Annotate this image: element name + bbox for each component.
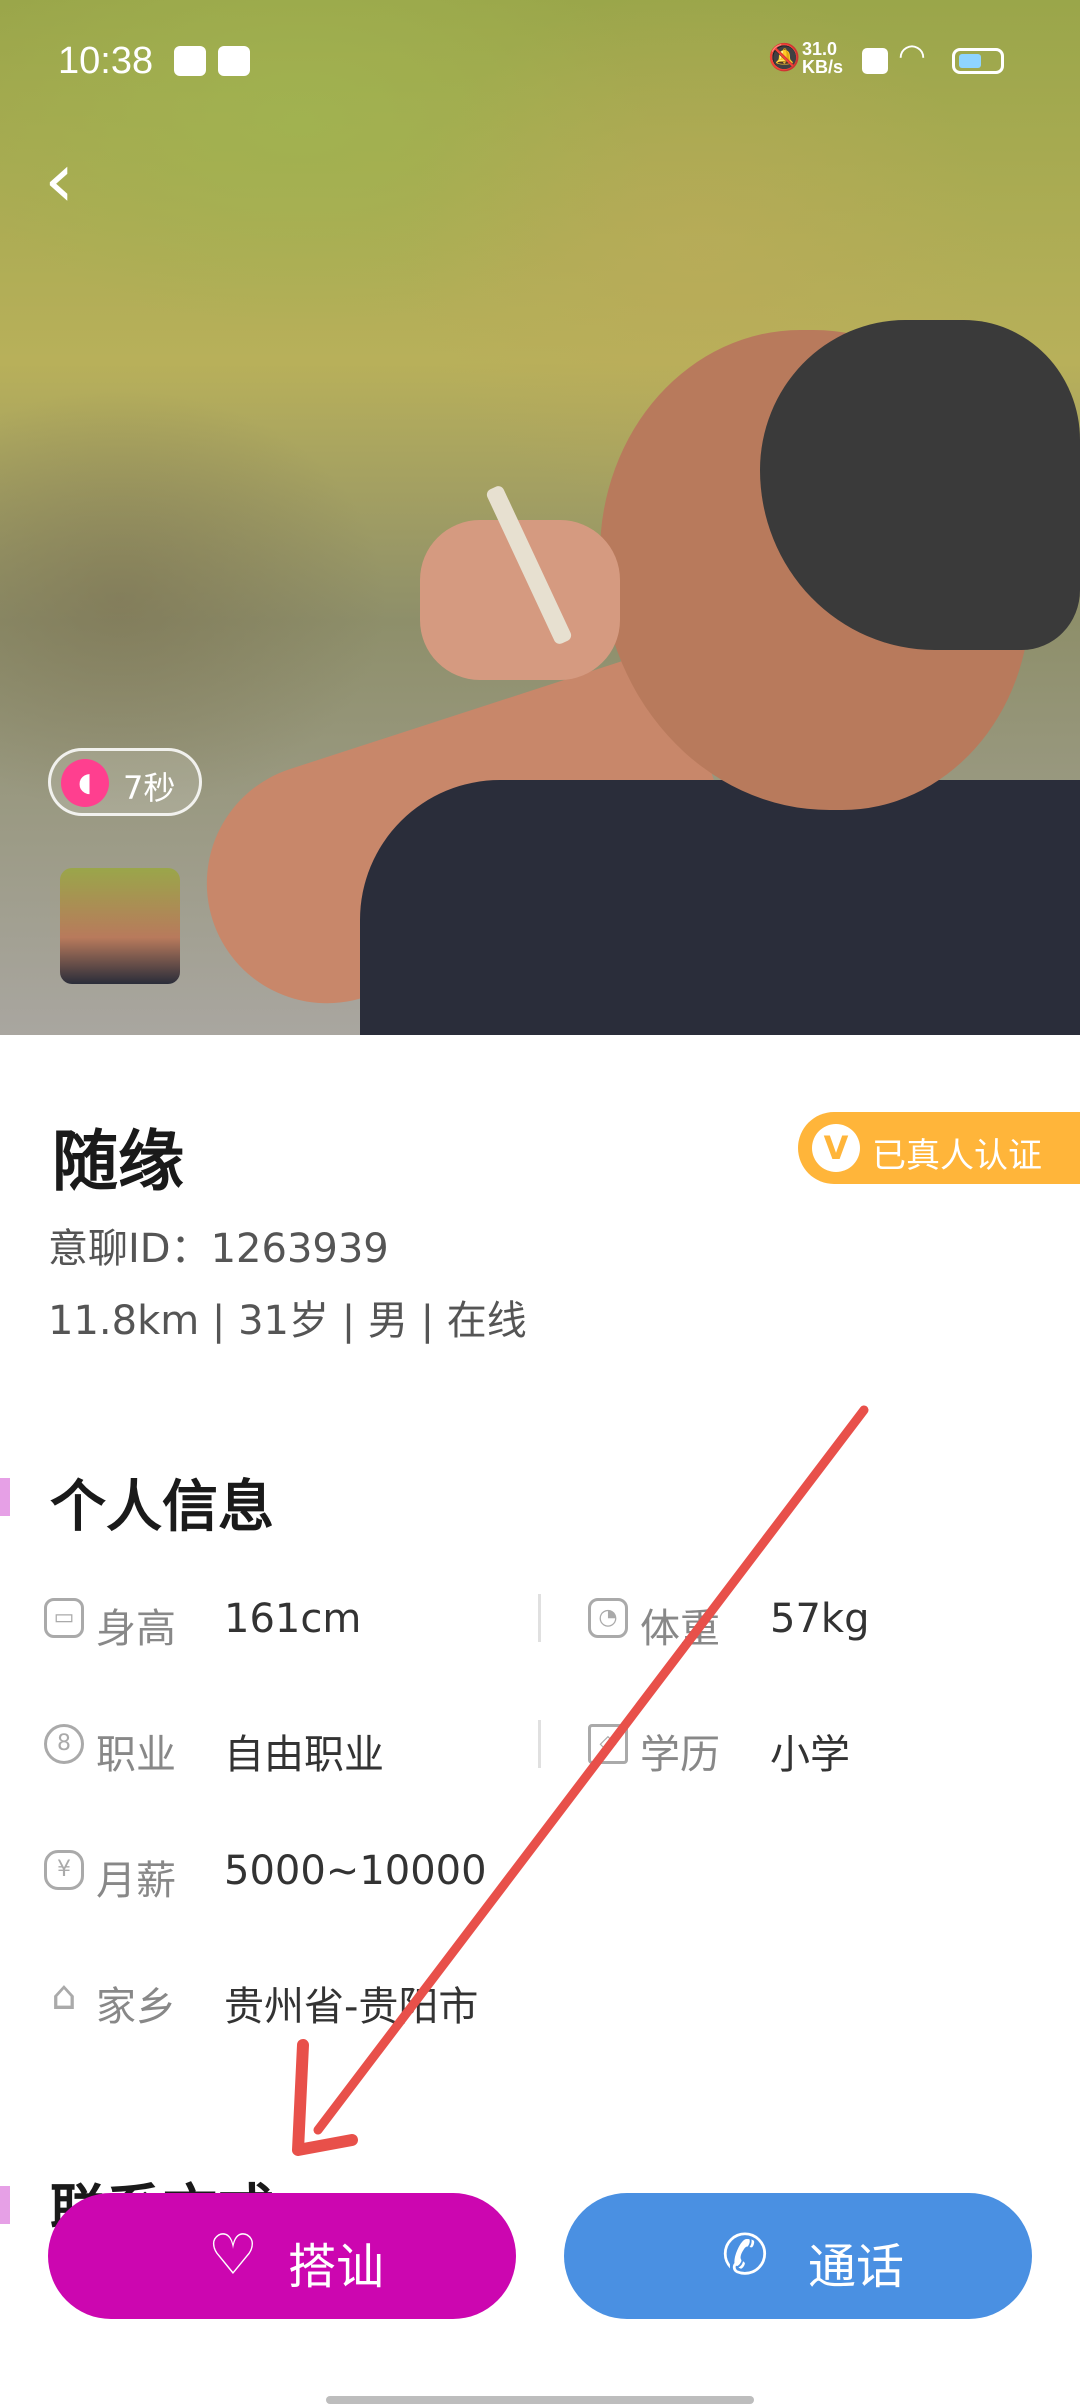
- call-button[interactable]: ✆ 通话: [564, 2193, 1032, 2319]
- heart-icon: ♡: [207, 2223, 259, 2288]
- phone-icon: ✆: [721, 2223, 769, 2288]
- call-label: 通话: [808, 2239, 905, 2295]
- annotation-arrow-line: [313, 1405, 869, 2135]
- annotation-arrow: [292, 1405, 869, 2156]
- chat-up-label: 搭讪: [288, 2239, 385, 2295]
- home-indicator[interactable]: [326, 2396, 754, 2404]
- chat-up-button[interactable]: ♡ 搭讪: [48, 2193, 516, 2319]
